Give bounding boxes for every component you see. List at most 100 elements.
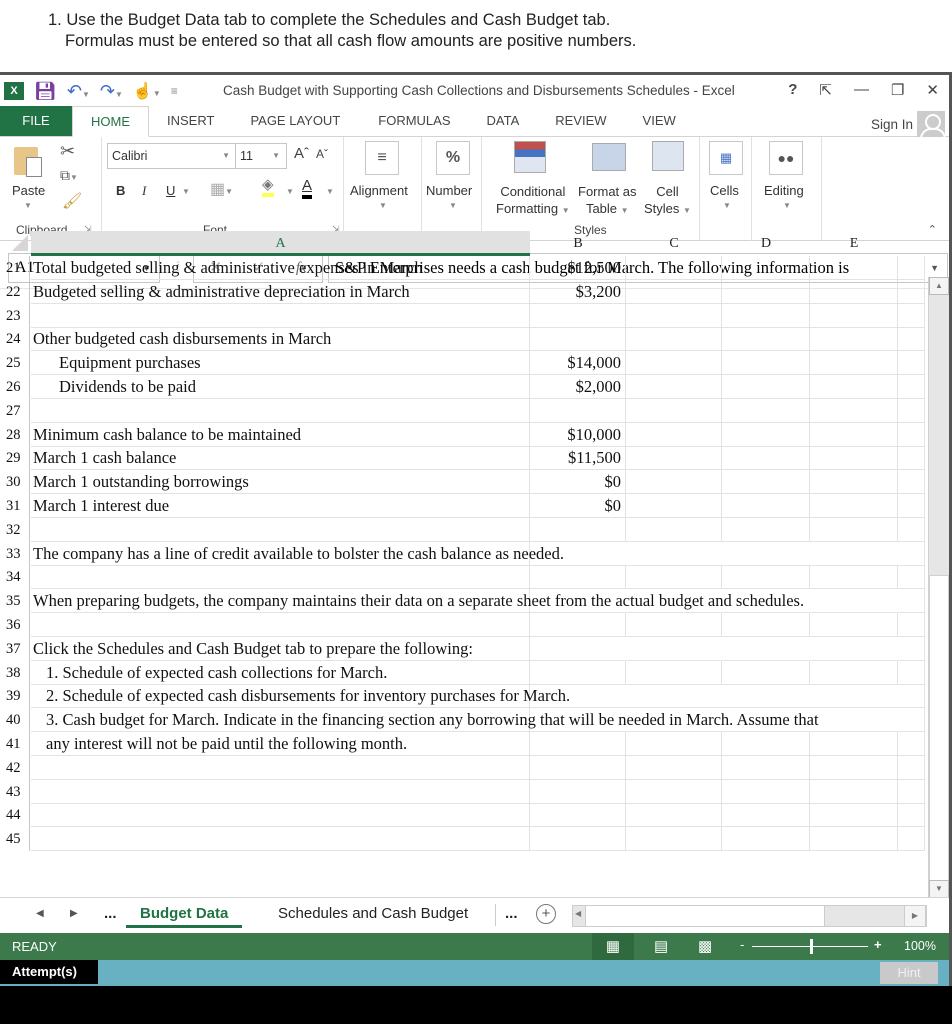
cell-b[interactable]: $0	[530, 470, 626, 495]
cell-e[interactable]	[810, 803, 898, 828]
italic-button[interactable]: I	[142, 183, 146, 199]
cell-a[interactable]	[31, 803, 530, 828]
row-number[interactable]: 32	[0, 517, 30, 542]
cell-c[interactable]	[626, 779, 722, 804]
cell-d[interactable]	[722, 327, 810, 352]
cell-e[interactable]	[810, 637, 898, 661]
horizontal-scroll-thumb[interactable]	[585, 906, 825, 926]
cell-a[interactable]: Equipment purchases	[31, 351, 530, 376]
row-number[interactable]: 30	[0, 470, 30, 495]
shrink-font-icon[interactable]: Aˇ	[316, 147, 328, 161]
cell-c[interactable]	[626, 256, 722, 280]
cell-c[interactable]	[626, 565, 722, 590]
cell-e[interactable]	[810, 660, 898, 685]
cell-b[interactable]: $14,000	[530, 351, 626, 376]
cell-e[interactable]	[810, 613, 898, 637]
row-number[interactable]: 34	[0, 565, 30, 590]
cell-a[interactable]	[31, 303, 530, 328]
cell-e[interactable]	[810, 708, 898, 733]
row-number[interactable]: 36	[0, 613, 30, 637]
cell-c[interactable]	[626, 732, 722, 756]
cell-a[interactable]: any interest will not be paid until the …	[31, 732, 530, 756]
cell-f[interactable]	[898, 613, 925, 637]
column-header-d[interactable]: D	[722, 231, 810, 256]
row-number[interactable]: 35	[0, 589, 30, 614]
cell-f[interactable]	[898, 494, 925, 518]
sign-in-label[interactable]: Sign In	[871, 117, 913, 132]
cell-d[interactable]	[722, 256, 810, 280]
cell-a[interactable]: When preparing budgets, the company main…	[31, 589, 804, 614]
minimize-icon[interactable]: —	[854, 81, 869, 99]
cell-d[interactable]	[722, 732, 810, 756]
cell-f[interactable]	[898, 446, 925, 471]
zoom-slider-thumb[interactable]	[810, 939, 813, 954]
bold-button[interactable]: B	[116, 183, 125, 198]
grow-font-icon[interactable]: Aˆ	[294, 145, 309, 162]
cell-d[interactable]	[722, 565, 810, 590]
cell-f[interactable]	[898, 589, 925, 614]
cell-b[interactable]: $11,500	[530, 446, 626, 471]
cell-b[interactable]	[530, 755, 626, 780]
cut-icon[interactable]: ✂	[60, 141, 75, 162]
cell-d[interactable]	[722, 613, 810, 637]
cell-e[interactable]	[810, 565, 898, 590]
cell-b[interactable]	[530, 660, 626, 685]
cell-a[interactable]	[31, 398, 530, 423]
next-sheet-icon[interactable]: ▶	[70, 900, 78, 928]
select-all-button[interactable]	[12, 235, 28, 251]
cell-f[interactable]	[898, 517, 925, 542]
cell-d[interactable]	[722, 517, 810, 542]
redo-icon[interactable]: ↷▼	[100, 81, 123, 102]
cell-c[interactable]	[626, 613, 722, 637]
horizontal-scrollbar[interactable]: ◀	[572, 905, 927, 927]
cell-c[interactable]	[626, 755, 722, 780]
cell-e[interactable]	[810, 256, 898, 280]
tab-formulas[interactable]: FORMULAS	[358, 106, 468, 136]
cell-f[interactable]	[898, 779, 925, 804]
add-sheet-icon[interactable]: +	[536, 904, 556, 924]
tab-data[interactable]: DATA	[469, 106, 538, 136]
cell-b[interactable]	[530, 398, 626, 423]
cells-group[interactable]: ▦ Cells ▼	[700, 137, 752, 241]
cell-c[interactable]	[626, 303, 722, 328]
row-number[interactable]: 28	[0, 422, 30, 447]
tab-review[interactable]: REVIEW	[537, 106, 624, 136]
cell-c[interactable]	[626, 542, 722, 566]
cell-f[interactable]	[898, 422, 925, 447]
cell-e[interactable]	[810, 755, 898, 780]
cell-c[interactable]	[626, 637, 722, 661]
cell-f[interactable]	[898, 684, 925, 709]
row-number[interactable]: 21	[0, 256, 30, 280]
cell-e[interactable]	[810, 779, 898, 804]
cell-c[interactable]	[626, 351, 722, 376]
vertical-scroll-thumb[interactable]	[929, 575, 949, 885]
cell-e[interactable]	[810, 398, 898, 423]
sheet-ellipsis-right[interactable]: ...	[505, 900, 518, 928]
underline-dropdown-icon[interactable]: ▼	[182, 187, 190, 196]
cell-e[interactable]	[810, 327, 898, 352]
touch-mode-icon[interactable]: ☝▼	[133, 81, 161, 101]
row-number[interactable]: 24	[0, 327, 30, 352]
cell-f[interactable]	[898, 327, 925, 352]
scroll-down-icon[interactable]: ▼	[929, 880, 949, 898]
cell-a[interactable]	[31, 565, 530, 590]
row-number[interactable]: 45	[0, 827, 30, 852]
close-icon[interactable]: ✕	[926, 81, 939, 99]
cell-b[interactable]	[530, 303, 626, 328]
customize-toolbar-icon[interactable]: ≡	[171, 84, 178, 98]
sheet-ellipsis-left[interactable]: ...	[104, 900, 117, 928]
underline-button[interactable]: U	[166, 183, 175, 198]
alignment-label[interactable]: Alignment	[350, 183, 408, 198]
cell-d[interactable]	[722, 660, 810, 685]
cell-e[interactable]	[810, 375, 898, 399]
cell-f[interactable]	[898, 708, 925, 733]
cell-d[interactable]	[722, 755, 810, 780]
page-break-view-icon[interactable]: ▩	[698, 937, 712, 955]
scroll-left-icon[interactable]: ◀	[575, 909, 581, 918]
scroll-right-icon[interactable]: ▶	[904, 905, 926, 927]
tab-insert[interactable]: INSERT	[149, 106, 232, 136]
cell-f[interactable]	[898, 636, 925, 661]
sheet-tab-schedules-cash-budget[interactable]: Schedules and Cash Budget	[278, 900, 468, 928]
undo-icon[interactable]: ↶▼	[67, 81, 90, 102]
cell-f[interactable]	[898, 755, 925, 780]
